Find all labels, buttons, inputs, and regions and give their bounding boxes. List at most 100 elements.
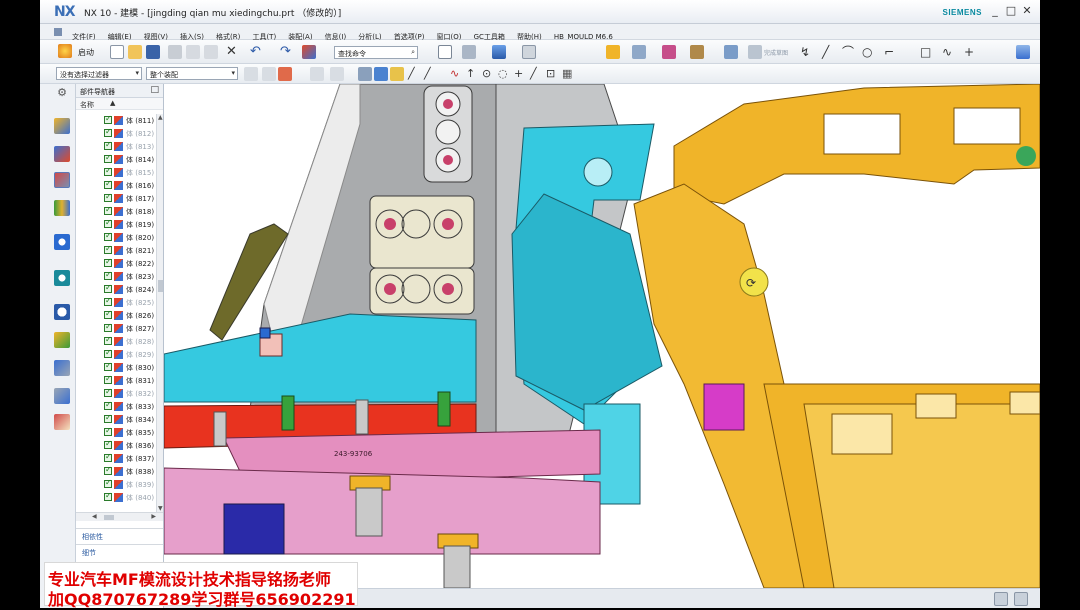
fillet-icon[interactable]: ⌐ bbox=[884, 45, 898, 59]
scroll-right-icon[interactable]: ▶ bbox=[151, 513, 156, 520]
visibility-checkbox[interactable] bbox=[104, 140, 112, 150]
visibility-checkbox[interactable] bbox=[104, 257, 112, 267]
visibility-checkbox[interactable] bbox=[104, 296, 112, 306]
sort-ascending-icon[interactable]: ▲ bbox=[110, 99, 115, 107]
endpoint-icon[interactable]: ╱ bbox=[408, 67, 422, 81]
rectangle-select-icon[interactable] bbox=[310, 67, 324, 81]
layer-icon[interactable] bbox=[632, 45, 646, 59]
visibility-checkbox[interactable] bbox=[104, 205, 112, 215]
control-point-icon[interactable]: ∿ bbox=[450, 67, 464, 81]
constraint-navigator-icon[interactable] bbox=[54, 146, 70, 162]
copy-icon[interactable] bbox=[186, 45, 200, 59]
orient-view-icon[interactable] bbox=[462, 45, 476, 59]
open-folder-icon[interactable] bbox=[128, 45, 142, 59]
roles-icon[interactable] bbox=[54, 414, 70, 430]
navigator-item[interactable]: 体 (835) bbox=[76, 426, 156, 439]
finish-sketch-label[interactable]: 完成草图 bbox=[764, 48, 788, 57]
navigator-item[interactable]: 体 (839) bbox=[76, 478, 156, 491]
visibility-checkbox[interactable] bbox=[104, 400, 112, 410]
navigator-item[interactable]: 体 (826) bbox=[76, 309, 156, 322]
navigator-item[interactable]: 体 (812) bbox=[76, 127, 156, 140]
undo-icon[interactable]: ↶ bbox=[250, 45, 264, 59]
close-icon[interactable]: ✕ bbox=[1020, 4, 1034, 18]
general-selection-icon[interactable] bbox=[244, 67, 258, 81]
navigator-item[interactable]: 体 (820) bbox=[76, 231, 156, 244]
existing-point-icon[interactable]: + bbox=[514, 67, 528, 81]
visibility-checkbox[interactable] bbox=[104, 218, 112, 228]
visibility-checkbox[interactable] bbox=[104, 153, 112, 163]
maximize-panel-icon[interactable]: □ bbox=[150, 85, 159, 95]
measure-icon[interactable] bbox=[662, 45, 676, 59]
rectangle-icon[interactable]: □ bbox=[920, 45, 934, 59]
visibility-checkbox[interactable] bbox=[104, 322, 112, 332]
intersection-icon[interactable]: ↑ bbox=[466, 67, 480, 81]
navigator-item[interactable]: 体 (828) bbox=[76, 335, 156, 348]
navigator-vertical-scrollbar[interactable]: ▲ ▼ bbox=[156, 114, 163, 512]
body-filter-icon[interactable] bbox=[358, 67, 372, 81]
visibility-checkbox[interactable] bbox=[104, 335, 112, 345]
navigator-item[interactable]: 体 (832) bbox=[76, 387, 156, 400]
selection-icon[interactable] bbox=[302, 45, 316, 59]
scroll-down-icon[interactable]: ▼ bbox=[158, 505, 163, 512]
navigator-item[interactable]: 体 (827) bbox=[76, 322, 156, 335]
hscroll-thumb[interactable] bbox=[104, 515, 114, 520]
history-icon[interactable] bbox=[54, 304, 70, 320]
dependencies-section[interactable]: 相依性 bbox=[76, 528, 163, 542]
visibility-checkbox[interactable] bbox=[104, 166, 112, 176]
navigator-item[interactable]: 体 (829) bbox=[76, 348, 156, 361]
visibility-checkbox[interactable] bbox=[104, 348, 112, 358]
navigator-item[interactable]: 体 (819) bbox=[76, 218, 156, 231]
visibility-checkbox[interactable] bbox=[104, 426, 112, 436]
process-studio-icon[interactable] bbox=[54, 360, 70, 376]
new-file-icon[interactable] bbox=[110, 45, 124, 59]
visibility-checkbox[interactable] bbox=[104, 114, 112, 124]
navigator-horizontal-scrollbar[interactable]: ◀ ▶ bbox=[76, 512, 163, 521]
navigator-item[interactable]: 体 (822) bbox=[76, 257, 156, 270]
circle-icon[interactable]: ○ bbox=[862, 45, 876, 59]
navigator-item[interactable]: 体 (840) bbox=[76, 491, 156, 504]
navigator-item[interactable]: 体 (816) bbox=[76, 179, 156, 192]
arc-icon[interactable]: ⌒ bbox=[842, 45, 856, 59]
gear-icon[interactable]: ⚙ bbox=[54, 86, 70, 102]
visibility-checkbox[interactable] bbox=[104, 491, 112, 501]
hd3d-tools-icon[interactable] bbox=[54, 234, 70, 250]
visibility-checkbox[interactable] bbox=[104, 231, 112, 241]
selection-filter-dropdown[interactable]: 没有选择过滤器 ▾ bbox=[56, 67, 142, 80]
visibility-checkbox[interactable] bbox=[104, 127, 112, 137]
reuse-library-icon[interactable] bbox=[54, 200, 70, 216]
select-feature-icon[interactable] bbox=[278, 67, 292, 81]
visibility-checkbox[interactable] bbox=[104, 361, 112, 371]
command-search-input[interactable]: 查找命令 ⌕ bbox=[334, 46, 418, 59]
scroll-up-icon[interactable]: ▲ bbox=[158, 114, 163, 121]
line-icon[interactable]: ╱ bbox=[822, 45, 836, 59]
navigator-item[interactable]: 体 (821) bbox=[76, 244, 156, 257]
maximize-icon[interactable]: □ bbox=[1004, 4, 1018, 18]
midpoint-icon[interactable]: ╱ bbox=[424, 67, 438, 81]
navigator-item[interactable]: 体 (814) bbox=[76, 153, 156, 166]
visibility-checkbox[interactable] bbox=[104, 387, 112, 397]
web-browser-icon[interactable] bbox=[54, 270, 70, 286]
background-icon[interactable] bbox=[522, 45, 536, 59]
navigator-item[interactable]: 体 (817) bbox=[76, 192, 156, 205]
finish-sketch-icon[interactable] bbox=[748, 45, 762, 59]
lasso-select-icon[interactable] bbox=[330, 67, 344, 81]
profile-icon[interactable]: ↯ bbox=[800, 45, 814, 59]
navigator-item[interactable]: 体 (837) bbox=[76, 452, 156, 465]
point-on-curve-icon[interactable]: ╱ bbox=[530, 67, 544, 81]
navigator-item[interactable]: 体 (823) bbox=[76, 270, 156, 283]
face-filter-icon[interactable] bbox=[374, 67, 388, 81]
visibility-checkbox[interactable] bbox=[104, 478, 112, 488]
visibility-checkbox[interactable] bbox=[104, 439, 112, 449]
navigator-item[interactable]: 体 (815) bbox=[76, 166, 156, 179]
point-icon[interactable]: + bbox=[964, 45, 978, 59]
select-all-icon[interactable] bbox=[262, 67, 276, 81]
snap-point-icon[interactable] bbox=[390, 67, 404, 81]
visibility-checkbox[interactable] bbox=[104, 374, 112, 384]
studio-spline-icon[interactable]: ∿ bbox=[942, 45, 956, 59]
point-on-face-icon[interactable]: ⊡ bbox=[546, 67, 560, 81]
visibility-checkbox[interactable] bbox=[104, 413, 112, 423]
visibility-checkbox[interactable] bbox=[104, 465, 112, 475]
cut-icon[interactable] bbox=[168, 45, 182, 59]
visibility-checkbox[interactable] bbox=[104, 283, 112, 293]
start-icon[interactable] bbox=[58, 44, 72, 58]
